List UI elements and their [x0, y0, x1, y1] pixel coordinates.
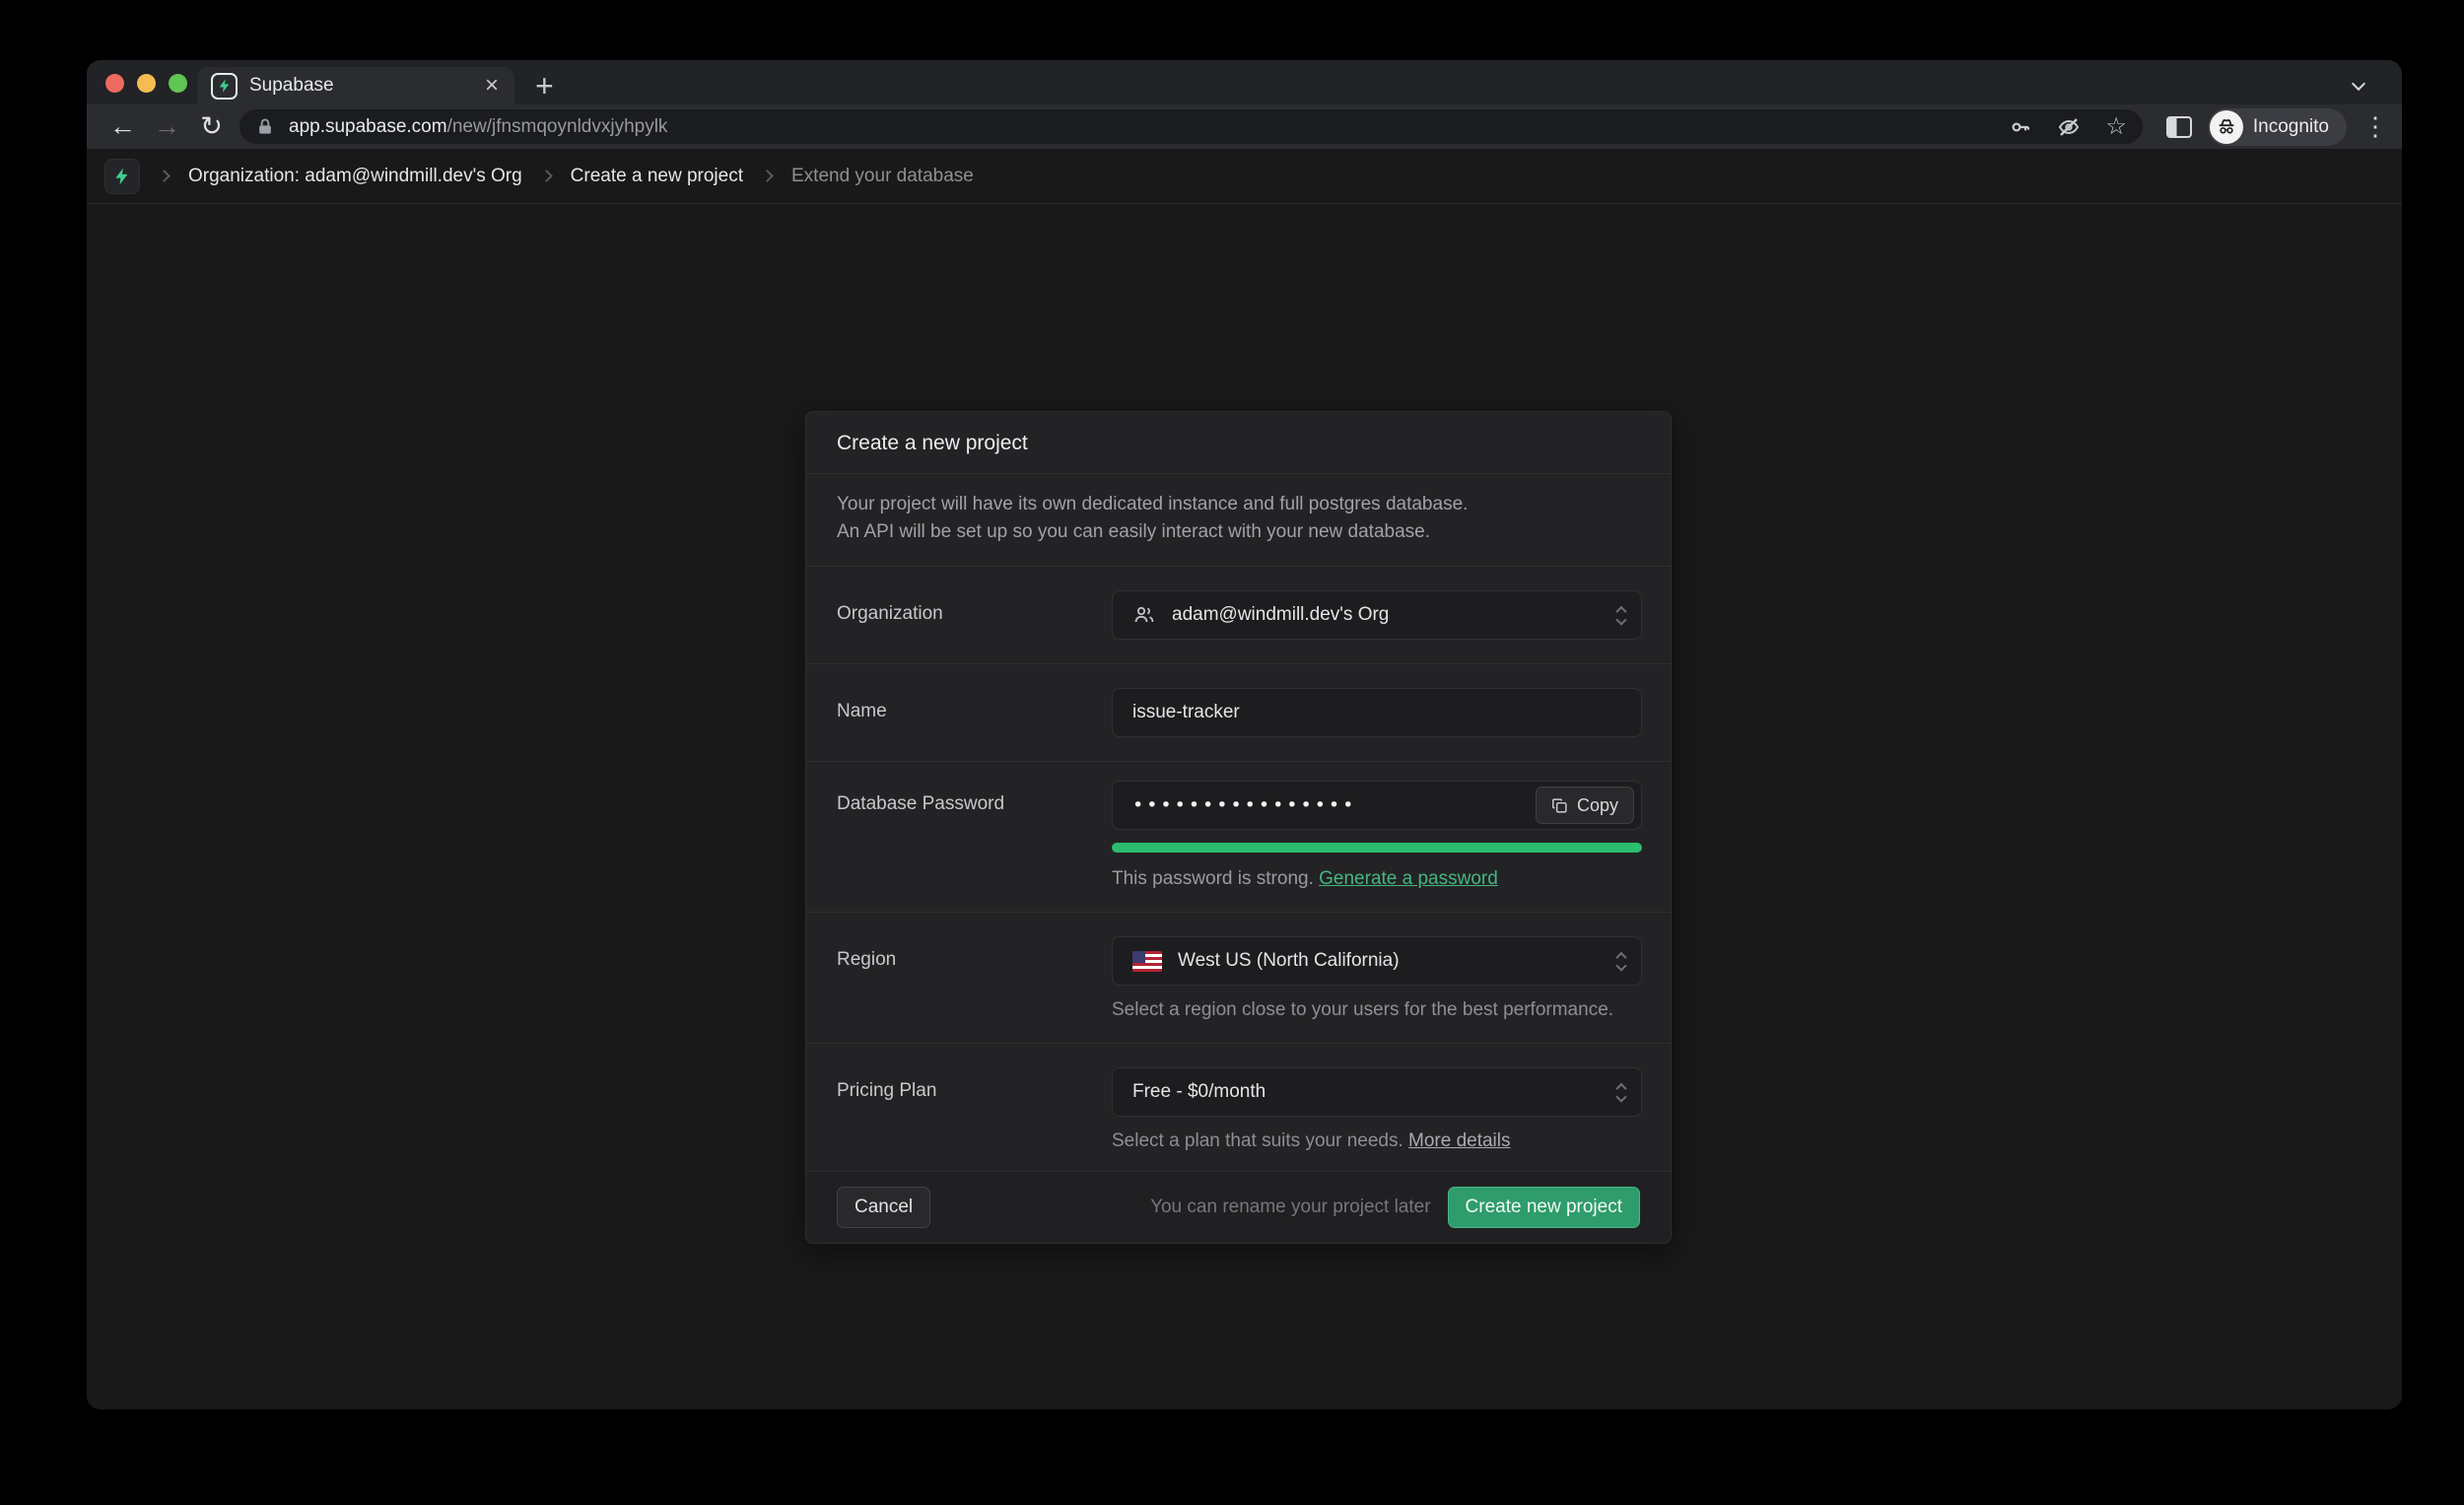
breadcrumb-chevron-icon: [540, 170, 553, 182]
supabase-logo-button[interactable]: [104, 159, 140, 194]
select-chevrons-icon: [1617, 952, 1625, 970]
pricing-helper-text: Select a plan that suits your needs.: [1112, 1130, 1408, 1151]
pricing-select[interactable]: Free - $0/month: [1112, 1067, 1642, 1117]
address-bar[interactable]: app.supabase.com/new/jfnsmqoynldvxjyhpyl…: [240, 109, 2143, 144]
organization-label: Organization: [837, 590, 1112, 625]
tab-supabase[interactable]: Supabase ×: [197, 67, 514, 104]
browser-menu-icon[interactable]: ⋮: [2362, 111, 2388, 142]
forward-button: →: [145, 111, 189, 142]
region-row: Region West US (North California) Select…: [806, 913, 1671, 1043]
incognito-avatar-icon: [2210, 110, 2243, 144]
supabase-favicon-icon: [211, 73, 238, 100]
breadcrumb-organization[interactable]: Organization: adam@windmill.dev's Org: [188, 166, 522, 187]
region-value: West US (North California): [1178, 950, 1400, 972]
copy-label: Copy: [1577, 795, 1618, 816]
password-strength-note: This password is strong. Generate a pass…: [1112, 868, 1642, 890]
rename-note: You can rename your project later: [1150, 1197, 1430, 1218]
lock-icon: [255, 117, 275, 137]
breadcrumb-extend-database: Extend your database: [791, 166, 974, 187]
page-title: Create a new project: [837, 432, 1640, 455]
pricing-label: Pricing Plan: [837, 1067, 1112, 1102]
new-tab-button[interactable]: +: [535, 68, 554, 103]
name-row: Name issue-tracker: [806, 664, 1671, 761]
password-label: Database Password: [837, 781, 1112, 815]
description-line: An API will be set up so you can easily …: [837, 518, 1640, 546]
organization-select[interactable]: adam@windmill.dev's Org: [1112, 590, 1642, 640]
name-label: Name: [837, 688, 1112, 722]
tab-title: Supabase: [249, 75, 471, 97]
window-controls: [105, 74, 187, 93]
pricing-helper: Select a plan that suits your needs. Mor…: [1112, 1130, 1642, 1152]
region-field-group: West US (North California) Select a regi…: [1112, 936, 1642, 1021]
password-field-group: •••••••••••••••• Copy This password is s…: [1112, 781, 1642, 890]
create-project-card: Create a new project Your project will h…: [805, 411, 1672, 1244]
pricing-value: Free - $0/month: [1132, 1081, 1266, 1103]
region-helper: Select a region close to your users for …: [1112, 999, 1642, 1021]
side-panel-icon[interactable]: [2166, 116, 2192, 138]
minimize-window-button[interactable]: [137, 74, 156, 93]
generate-password-link[interactable]: Generate a password: [1319, 868, 1498, 889]
incognito-badge[interactable]: Incognito: [2208, 108, 2347, 146]
select-chevrons-icon: [1617, 1083, 1625, 1101]
close-window-button[interactable]: [105, 74, 124, 93]
pricing-field-group: Free - $0/month Select a plan that suits…: [1112, 1067, 1642, 1152]
card-footer: Cancel You can rename your project later…: [806, 1171, 1671, 1243]
strength-text: This password is strong.: [1112, 868, 1319, 889]
breadcrumb-chevron-icon: [761, 170, 774, 182]
bookmark-star-icon[interactable]: ☆: [2105, 112, 2127, 141]
tab-close-icon[interactable]: ×: [483, 74, 501, 98]
more-details-link[interactable]: More details: [1408, 1130, 1511, 1151]
url-path: /new/jfnsmqoynldvxjyhpylk: [447, 116, 668, 138]
breadcrumb-chevron-icon: [158, 170, 171, 182]
supabase-bolt-icon: [112, 167, 132, 186]
reload-button[interactable]: ↻: [189, 111, 234, 142]
password-row: Database Password •••••••••••••••• Copy: [806, 762, 1671, 912]
cancel-button[interactable]: Cancel: [837, 1187, 930, 1228]
card-header: Create a new project: [806, 412, 1671, 473]
back-button[interactable]: ←: [101, 111, 145, 142]
incognito-label: Incognito: [2253, 116, 2329, 138]
zoom-window-button[interactable]: [169, 74, 187, 93]
pricing-row: Pricing Plan Free - $0/month Select a pl…: [806, 1044, 1671, 1171]
password-key-icon[interactable]: [2009, 115, 2032, 139]
password-strength-bar: [1112, 843, 1642, 853]
create-new-project-button[interactable]: Create new project: [1448, 1187, 1640, 1228]
tab-search-chevron-icon[interactable]: [2354, 76, 2366, 89]
us-flag-icon: [1132, 951, 1162, 972]
organization-row: Organization adam@windmill.dev's Org: [806, 567, 1671, 663]
copy-password-button[interactable]: Copy: [1536, 787, 1634, 824]
tab-strip: Supabase × +: [87, 60, 2402, 104]
select-chevrons-icon: [1617, 606, 1625, 624]
description-line: Your project will have its own dedicated…: [837, 491, 1640, 518]
app-header: Organization: adam@windmill.dev's Org Cr…: [87, 149, 2402, 204]
password-masked-value: ••••••••••••••••: [1132, 794, 1356, 816]
browser-toolbar: ← → ↻ app.supabase.com/new/jfnsmqoynldvx…: [87, 104, 2402, 149]
organization-value: adam@windmill.dev's Org: [1172, 604, 1389, 626]
region-select[interactable]: West US (North California): [1112, 936, 1642, 986]
name-value: issue-tracker: [1132, 702, 1240, 723]
name-input[interactable]: issue-tracker: [1112, 688, 1642, 737]
eye-hidden-icon[interactable]: [2056, 115, 2082, 139]
password-input[interactable]: •••••••••••••••• Copy: [1112, 781, 1642, 830]
browser-window: Supabase × + ← → ↻ app.supabase.com/new/…: [87, 60, 2402, 1409]
card-description: Your project will have its own dedicated…: [806, 474, 1671, 566]
breadcrumb-create-project[interactable]: Create a new project: [571, 166, 743, 187]
users-icon: [1132, 603, 1156, 627]
copy-icon: [1551, 797, 1568, 814]
url-host: app.supabase.com: [289, 116, 447, 138]
page-content: Create a new project Your project will h…: [87, 204, 2402, 1409]
region-label: Region: [837, 936, 1112, 971]
